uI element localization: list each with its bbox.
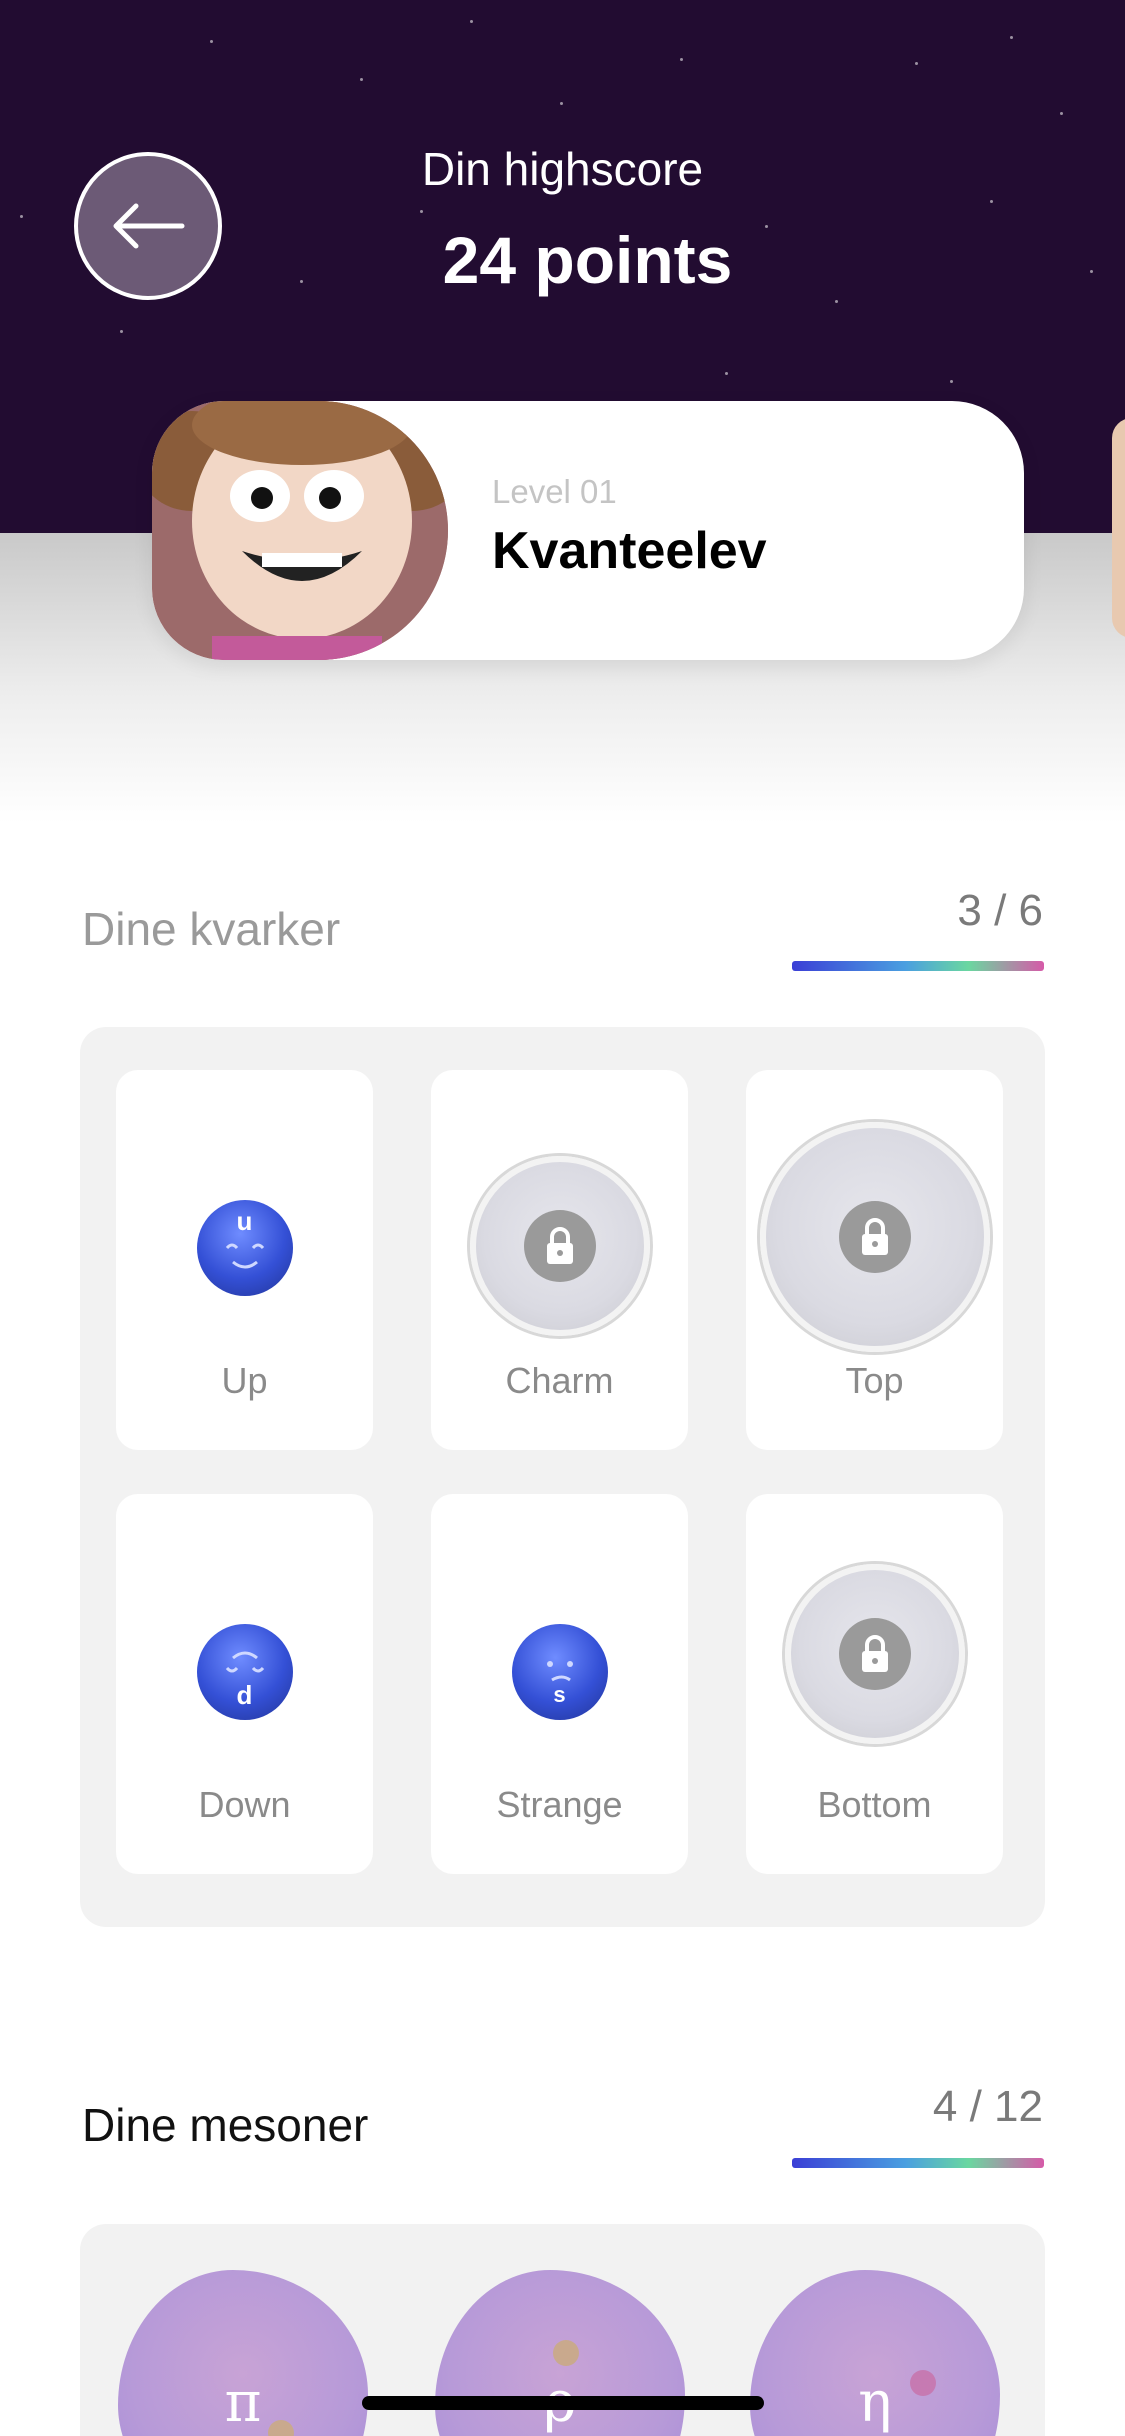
locked-quark-icon bbox=[469, 1156, 650, 1336]
lock-icon bbox=[838, 1618, 911, 1690]
quarks-grid: u Up Charm Top d Down s Strange Bottom bbox=[80, 1027, 1045, 1927]
mesons-section-title: Dine mesoner bbox=[82, 2099, 369, 2151]
quark-label: Top bbox=[845, 1360, 904, 1401]
meson-tile-pi[interactable]: π bbox=[118, 2270, 368, 2436]
mesons-progress-bar bbox=[792, 2158, 1044, 2168]
highscore-label: Din highscore bbox=[421, 143, 704, 195]
quark-label: Bottom bbox=[817, 1784, 932, 1825]
locked-quark-icon bbox=[759, 1122, 990, 1352]
quark-tile-bottom[interactable]: Bottom bbox=[746, 1494, 1003, 1874]
quark-tile-charm[interactable]: Charm bbox=[431, 1070, 688, 1450]
lock-icon bbox=[838, 1201, 911, 1273]
meson-tile-eta[interactable]: η bbox=[750, 2270, 1000, 2436]
quark-tile-strange[interactable]: s Strange bbox=[431, 1494, 688, 1874]
quark-tile-down[interactable]: d Down bbox=[116, 1494, 373, 1874]
meson-tile-rho[interactable]: ρ bbox=[435, 2270, 685, 2436]
up-quark-icon: u bbox=[196, 1200, 293, 1296]
level-name: Kvanteelev bbox=[492, 522, 767, 580]
level-label: Level 01 bbox=[492, 473, 617, 510]
locked-quark-icon bbox=[784, 1564, 965, 1744]
mesons-count: 4 / 12 bbox=[932, 2082, 1043, 2131]
quarks-progress-bar bbox=[792, 961, 1044, 971]
quark-label: Down bbox=[198, 1784, 291, 1825]
quarks-count: 3 / 6 bbox=[957, 886, 1043, 935]
quark-tile-top[interactable]: Top bbox=[746, 1070, 1003, 1450]
quark-label: Strange bbox=[496, 1784, 623, 1825]
highscore-value: 24 points bbox=[442, 223, 733, 297]
down-quark-icon: d bbox=[196, 1624, 293, 1720]
strange-quark-icon: s bbox=[511, 1624, 608, 1720]
avatar bbox=[152, 401, 448, 660]
lock-icon bbox=[523, 1210, 596, 1282]
quark-tile-up[interactable]: u Up bbox=[116, 1070, 373, 1450]
quark-label: Up bbox=[221, 1360, 268, 1401]
next-level-card-peek[interactable] bbox=[1112, 418, 1125, 638]
home-indicator[interactable] bbox=[362, 2396, 764, 2410]
level-card[interactable]: Level 01 Kvanteelev bbox=[152, 401, 1024, 660]
quark-label: Charm bbox=[505, 1360, 614, 1401]
quarks-section-title: Dine kvarker bbox=[82, 903, 341, 955]
